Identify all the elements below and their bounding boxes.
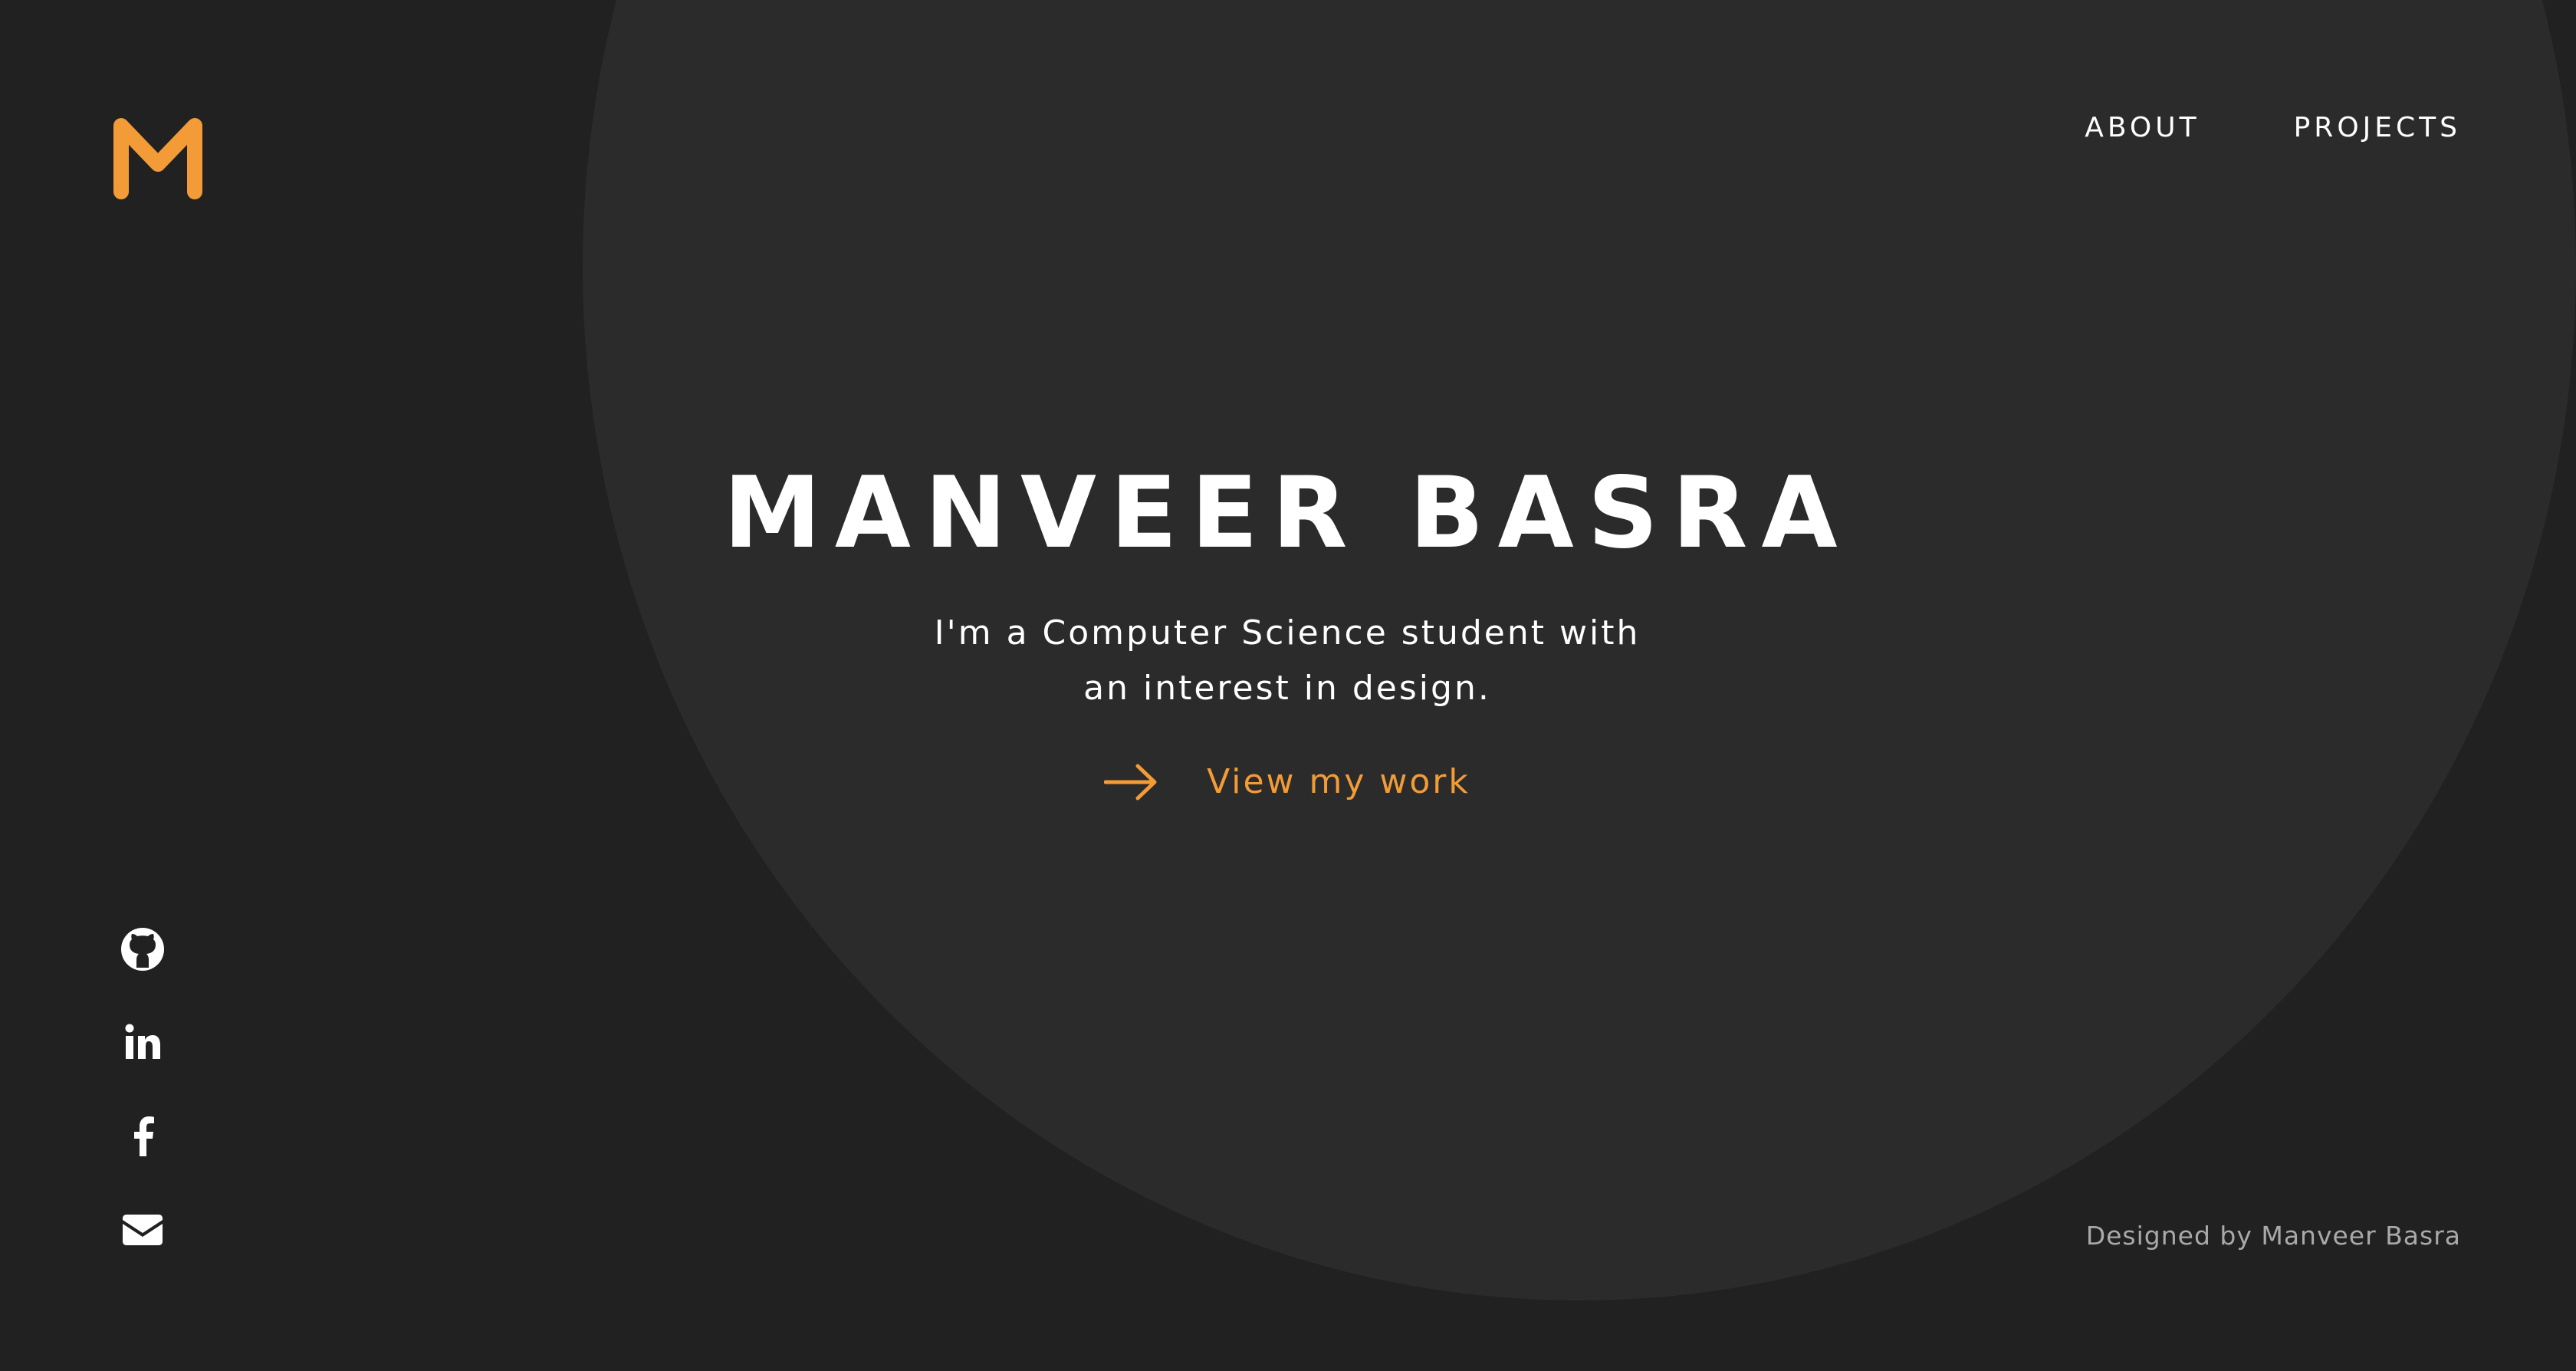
social-links (118, 925, 167, 1254)
view-work-label: View my work (1207, 762, 1470, 801)
facebook-icon[interactable] (118, 1112, 167, 1161)
page: ABOUT PROJECTS MANVEER BASRA I'm a Compu… (0, 0, 2576, 1371)
footer-credit: Designed by Manveer Basra (2085, 1221, 2461, 1251)
linkedin-icon[interactable] (118, 1018, 167, 1067)
hero-section: MANVEER BASRA I'm a Computer Science stu… (656, 452, 1918, 804)
top-nav: ABOUT PROJECTS (2085, 112, 2461, 143)
email-icon[interactable] (118, 1205, 167, 1254)
m-logo-icon[interactable] (113, 112, 202, 201)
hero-subtitle: I'm a Computer Science student with an i… (934, 613, 1641, 708)
github-icon[interactable] (118, 925, 167, 974)
view-work-link[interactable]: View my work (1104, 762, 1470, 801)
arrow-right-icon (1104, 764, 1157, 800)
nav-link-about[interactable]: ABOUT (2085, 112, 2200, 143)
hero-title: MANVEER BASRA (723, 456, 1852, 570)
nav-link-projects[interactable]: PROJECTS (2294, 112, 2461, 143)
